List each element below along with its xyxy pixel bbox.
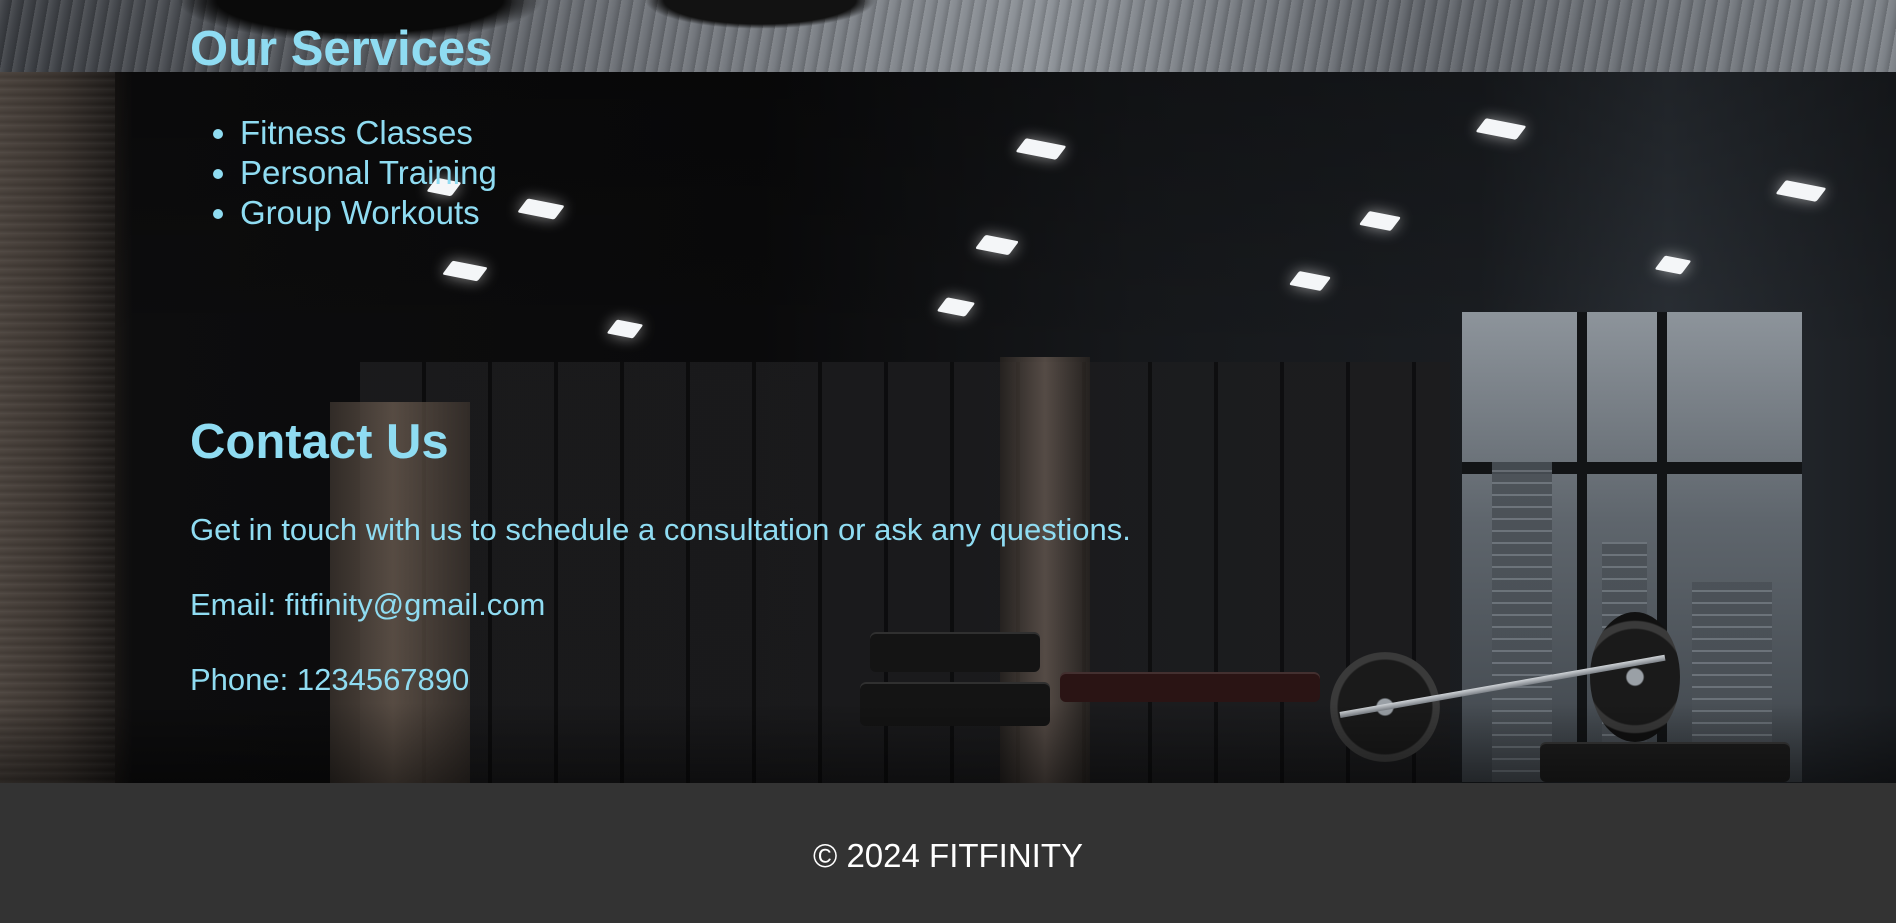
bench-rack: [870, 632, 1040, 672]
contact-heading: Contact Us: [190, 415, 449, 469]
ceiling-light: [1654, 255, 1692, 275]
contact-phone: Phone: 1234567890: [190, 662, 470, 697]
ceiling-light: [606, 319, 644, 339]
services-list: Fitness Classes Personal Training Group …: [190, 113, 497, 233]
floor-shadow: [0, 703, 1896, 783]
ceiling-light: [936, 297, 976, 317]
service-item-group-workouts: Group Workouts: [240, 193, 497, 233]
service-item-personal-training: Personal Training: [240, 153, 497, 193]
footer-copyright: © 2024 FITFINITY: [812, 837, 1084, 874]
ceiling-light: [1358, 210, 1402, 232]
ceiling-light: [1015, 138, 1067, 160]
contact-email: Email: fitfinity@gmail.com: [190, 587, 546, 622]
page: Our Services Fitness Classes Personal Tr…: [0, 0, 1896, 923]
contact-intro-text: Get in touch with us to schedule a consu…: [190, 512, 1131, 547]
ceiling-light: [974, 234, 1020, 256]
footer: © 2024 FITFINITY: [0, 783, 1896, 923]
ceiling-light: [1288, 270, 1332, 292]
ceiling-light: [1475, 118, 1527, 140]
dumbbell-rack: [1060, 672, 1320, 702]
services-heading: Our Services: [190, 22, 493, 76]
service-item-fitness-classes: Fitness Classes: [240, 113, 497, 153]
stone-pillar: [0, 72, 115, 783]
ceiling-light: [1775, 180, 1827, 202]
ceiling-light: [442, 260, 488, 282]
ceiling-light: [517, 198, 565, 220]
